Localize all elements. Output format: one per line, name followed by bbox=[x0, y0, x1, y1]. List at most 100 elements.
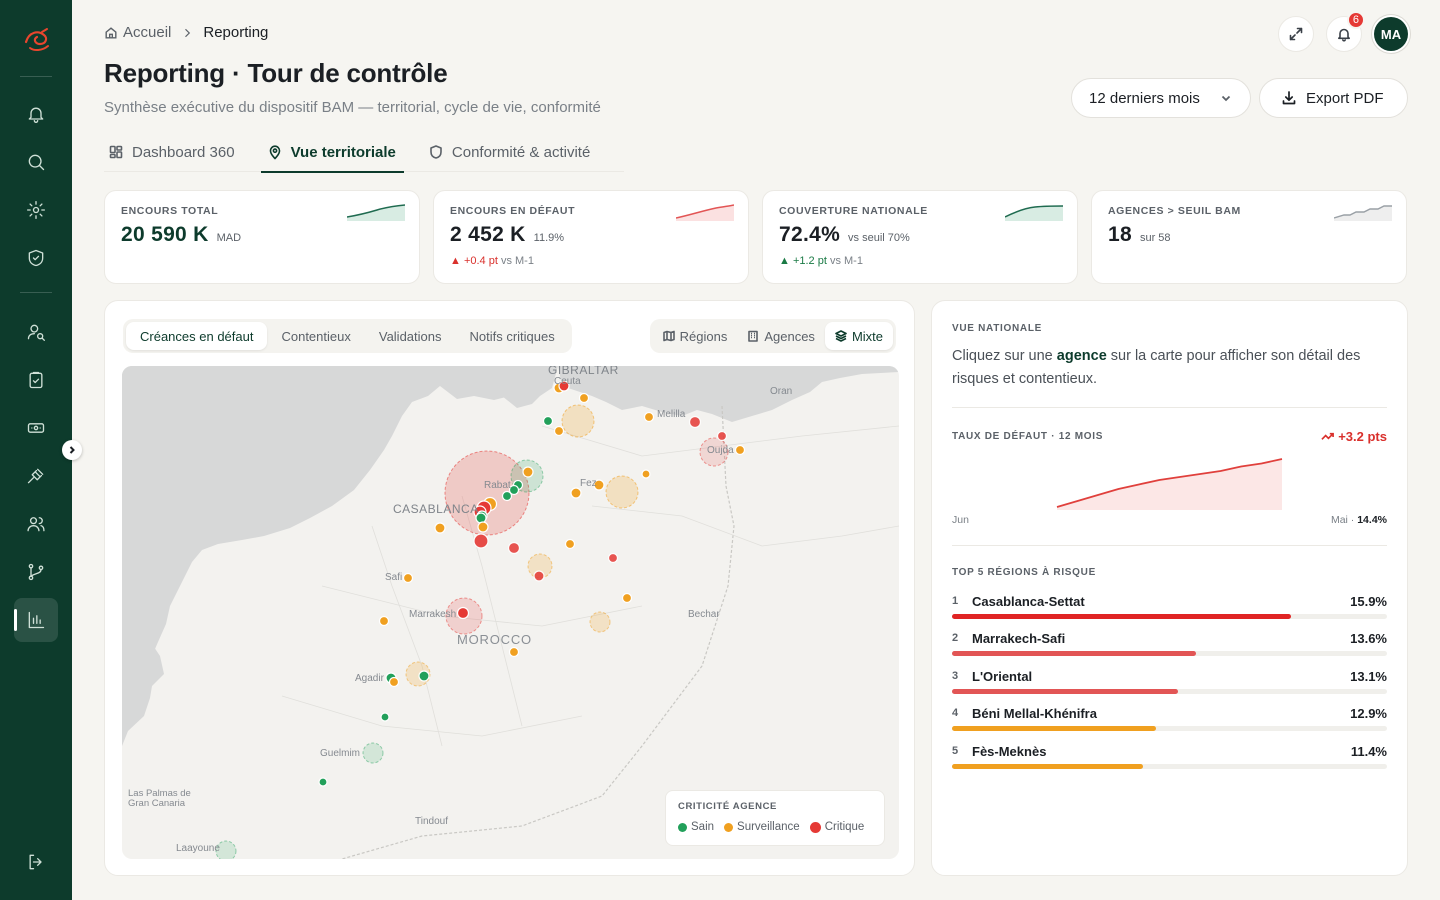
map-place-label: Marrakesh bbox=[409, 609, 457, 620]
map-place-label: Fez bbox=[580, 478, 597, 489]
metric-segmented-control: Créances en défaut Contentieux Validatio… bbox=[123, 319, 572, 353]
map-place-label: MOROCCO bbox=[457, 632, 532, 647]
map-place-label: Agadir bbox=[355, 673, 384, 684]
fullscreen-button[interactable] bbox=[1278, 16, 1314, 52]
default-rate-title: TAUX DE DÉFAUT · 12 MOIS bbox=[952, 431, 1104, 442]
layer-tab-agences[interactable]: Agences bbox=[737, 322, 825, 350]
legend-dot bbox=[809, 821, 821, 833]
metric-tab-creances-defaut[interactable]: Créances en défaut bbox=[126, 322, 268, 350]
shield-check-icon bbox=[28, 249, 44, 267]
sidebar-item-notifications[interactable] bbox=[14, 92, 58, 136]
divider bbox=[952, 407, 1387, 408]
map-place-label: Oujda bbox=[707, 445, 734, 456]
breadcrumb-home[interactable]: Accueil bbox=[104, 24, 171, 41]
sidebar-collapse-button[interactable] bbox=[62, 440, 82, 460]
kpi-delta: ▲ +1.2 pt vs M-1 bbox=[779, 255, 1061, 267]
tab-conformite-activite[interactable]: Conformité & activité bbox=[424, 132, 594, 172]
map-place-label: Safi bbox=[385, 572, 403, 583]
brand-logo[interactable] bbox=[20, 24, 54, 58]
sidebar-item-user-search[interactable] bbox=[14, 310, 58, 354]
gavel-icon bbox=[27, 468, 44, 484]
top-region-row[interactable]: 1 Casablanca-Settat 15.9% bbox=[952, 594, 1387, 627]
map-place-label: CASABLANCA bbox=[393, 502, 479, 516]
kpi-unit: vs seuil 70% bbox=[848, 232, 910, 244]
download-icon bbox=[1282, 91, 1296, 105]
sidebar-item-settings[interactable] bbox=[14, 188, 58, 232]
building-icon bbox=[748, 330, 759, 342]
kpi-card-couverture-nationale: COUVERTURE NATIONALE 72.4% vs seuil 70% … bbox=[762, 190, 1078, 284]
notifications-button[interactable]: 6 bbox=[1326, 11, 1365, 52]
region-name: Casablanca-Settat bbox=[972, 594, 1085, 609]
chevron-down-icon bbox=[1221, 95, 1231, 102]
top-region-row[interactable]: 4 Béni Mellal-Khénifra 12.9% bbox=[952, 706, 1387, 739]
logout-button[interactable] bbox=[14, 840, 58, 884]
sidebar-item-workflow[interactable] bbox=[14, 550, 58, 594]
metric-tab-notifs-critiques[interactable]: Notifs critiques bbox=[456, 322, 569, 350]
region-rate: 11.4% bbox=[1350, 744, 1387, 759]
metric-tab-validations[interactable]: Validations bbox=[365, 322, 456, 350]
sidebar-item-users[interactable] bbox=[14, 502, 58, 546]
top-region-row[interactable]: 3 L'Oriental 13.1% bbox=[952, 669, 1387, 702]
export-pdf-button[interactable]: Export PDF bbox=[1259, 78, 1408, 118]
sidebar-item-reporting[interactable] bbox=[14, 598, 58, 642]
sidebar-item-validations[interactable] bbox=[14, 358, 58, 402]
rate-end-month: Mai · bbox=[1330, 514, 1358, 526]
banknote-icon bbox=[27, 423, 45, 433]
layer-segmented-control: Régions Agences Mixte bbox=[649, 319, 896, 353]
search-icon bbox=[28, 154, 45, 171]
region-rate-track bbox=[952, 689, 1387, 694]
kpi-delta-value: ▲ +1.2 pt bbox=[779, 255, 827, 267]
rate-end-value: 14.4% bbox=[1357, 514, 1387, 526]
region-rate: 15.9% bbox=[1350, 594, 1387, 609]
gear-icon bbox=[27, 201, 45, 219]
breadcrumb-home-label: Accueil bbox=[123, 24, 172, 41]
rank-number: 5 bbox=[952, 745, 959, 757]
layer-tab-label: Agences bbox=[764, 328, 815, 344]
period-select[interactable]: 12 derniers mois bbox=[1071, 78, 1251, 118]
top-region-row[interactable]: 2 Marrakech-Safi 13.6% bbox=[952, 631, 1387, 664]
tab-dashboard-360[interactable]: Dashboard 360 bbox=[104, 132, 239, 172]
metric-tab-contentieux[interactable]: Contentieux bbox=[267, 322, 364, 350]
layer-tab-mixte[interactable]: Mixte bbox=[824, 322, 893, 350]
legend-label: Critique bbox=[824, 821, 865, 833]
kpi-delta: ▲ +0.4 pt vs M-1 bbox=[450, 255, 732, 267]
sidebar-item-security[interactable] bbox=[14, 236, 58, 280]
region-name: L'Oriental bbox=[972, 669, 1033, 684]
divider bbox=[952, 545, 1387, 546]
top-region-row[interactable]: 5 Fès-Meknès 11.4% bbox=[952, 744, 1387, 777]
page-subtitle: Synthèse exécutive du dispositif BAM — t… bbox=[104, 99, 601, 116]
legend-dot bbox=[724, 822, 734, 832]
tab-vue-territoriale[interactable]: Vue territoriale bbox=[260, 132, 405, 173]
kpi-value: 18 bbox=[1108, 223, 1132, 246]
sidebar-item-search[interactable] bbox=[14, 140, 58, 184]
layer-tab-label: Régions bbox=[679, 328, 728, 344]
legend-label: Surveillance bbox=[737, 821, 800, 833]
layers-icon bbox=[835, 330, 847, 342]
breadcrumb-current: Reporting bbox=[203, 24, 269, 41]
kpi-sparkline bbox=[347, 204, 405, 221]
region-rate-bar bbox=[952, 651, 1196, 656]
layer-tab-label: Mixte bbox=[851, 328, 883, 344]
map-canvas[interactable]: GIBRALTAR Ceuta Melilla Oran Oujda Rabat… bbox=[122, 366, 899, 859]
sidebar-item-litigation[interactable] bbox=[14, 454, 58, 498]
bell-icon bbox=[28, 107, 44, 123]
sidebar-item-payments[interactable] bbox=[14, 406, 58, 450]
rank-number: 1 bbox=[952, 595, 959, 607]
intro-highlight: agence bbox=[1056, 348, 1107, 364]
legend-item-surveillance: Surveillance bbox=[724, 821, 800, 833]
legend-item-critique: Critique bbox=[809, 821, 865, 833]
legend-dot bbox=[678, 822, 687, 832]
intro-text: Cliquez sur une bbox=[952, 348, 1057, 364]
region-rate: 12.9% bbox=[1350, 706, 1387, 721]
national-view-title: VUE NATIONALE bbox=[952, 323, 1043, 334]
kpi-sparkline bbox=[1334, 205, 1392, 221]
legend-item-sain: Sain bbox=[678, 821, 714, 833]
grid-icon bbox=[109, 145, 123, 159]
avatar[interactable]: MA bbox=[1374, 17, 1408, 51]
region-name: Marrakech-Safi bbox=[972, 631, 1066, 646]
region-rate-bar bbox=[952, 726, 1157, 731]
notification-count-badge: 6 bbox=[1346, 11, 1365, 29]
kpi-delta-suffix: vs M-1 bbox=[500, 255, 534, 267]
shield-icon bbox=[430, 145, 442, 159]
layer-tab-regions[interactable]: Régions bbox=[653, 322, 738, 350]
